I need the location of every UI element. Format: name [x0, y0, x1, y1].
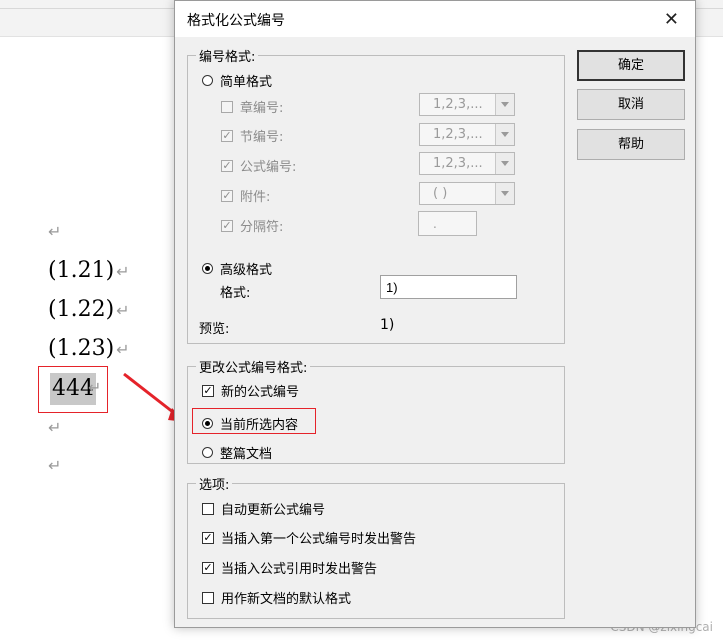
checkmark-icon: ✓: [221, 158, 233, 172]
equation-number-text: (1.21): [48, 258, 115, 283]
radio-selected-icon: [202, 263, 213, 274]
checkmark-icon: ✓: [202, 530, 214, 544]
group-legend: 编号格式:: [199, 50, 256, 65]
radio-label: 高级格式: [220, 263, 273, 278]
checkbox-label: 当插入公式引用时发出警告: [221, 562, 378, 577]
paragraph-mark: ↵: [116, 262, 130, 281]
warn-reference-insert-checkbox[interactable]: ✓ 当插入公式引用时发出警告: [202, 558, 377, 577]
equation-number-text: (1.23): [48, 336, 115, 361]
section-number-checkbox[interactable]: ✓ 节编号:: [221, 126, 283, 145]
select-value: 1,2,3,...: [433, 97, 483, 112]
equation-number-text: (1.22): [48, 297, 115, 322]
checkbox-icon: [202, 591, 214, 604]
auto-update-checkbox[interactable]: 自动更新公式编号: [202, 499, 325, 518]
preview-label: 预览:: [199, 322, 230, 337]
radio-icon: [202, 447, 213, 458]
checkbox-label: 自动更新公式编号: [221, 503, 326, 518]
paragraph-mark: ↵: [48, 418, 62, 437]
checkmark-icon: ✓: [202, 383, 214, 397]
simple-format-radio[interactable]: 简单格式: [202, 71, 272, 90]
checkbox-label: 当插入第一个公式编号时发出警告: [221, 532, 417, 547]
equation-number-3[interactable]: (1.23) ↵: [48, 336, 130, 361]
equation-number-select[interactable]: 1,2,3,...: [419, 152, 515, 175]
chevron-down-icon[interactable]: [495, 183, 514, 204]
format-input[interactable]: [380, 275, 517, 299]
advanced-format-radio[interactable]: 高级格式: [202, 259, 272, 278]
checkbox-label: 分隔符:: [240, 220, 284, 235]
separator-field[interactable]: .: [418, 211, 477, 236]
group-legend: 更改公式编号格式:: [199, 361, 308, 376]
cancel-button[interactable]: 取消: [577, 89, 685, 120]
paragraph-mark: ↵: [48, 222, 62, 241]
dialog-titlebar[interactable]: 格式化公式编号 ✕: [175, 1, 695, 37]
group-legend: 选项:: [199, 478, 230, 493]
equation-number-2[interactable]: (1.22) ↵: [48, 297, 130, 322]
paragraph-mark: ↵: [48, 456, 62, 475]
checkmark-icon: ✓: [221, 218, 233, 232]
new-equation-numbers-checkbox[interactable]: ✓ 新的公式编号: [202, 381, 299, 400]
checkbox-label: 新的公式编号: [221, 385, 300, 400]
chevron-down-icon[interactable]: [495, 94, 514, 115]
annotation-highlight-box: [192, 408, 316, 434]
checkbox-label: 附件:: [240, 190, 271, 205]
whole-document-radio[interactable]: 整篇文档: [202, 443, 272, 462]
ok-button[interactable]: 确定: [577, 50, 685, 81]
paragraph-mark: ↵: [116, 340, 130, 359]
default-for-new-checkbox[interactable]: 用作新文档的默认格式: [202, 588, 351, 607]
checkbox-icon: [202, 502, 214, 515]
help-button[interactable]: 帮助: [577, 129, 685, 160]
attachment-checkbox[interactable]: ✓ 附件:: [221, 186, 270, 205]
warn-first-insert-checkbox[interactable]: ✓ 当插入第一个公式编号时发出警告: [202, 528, 416, 547]
checkbox-label: 用作新文档的默认格式: [221, 592, 352, 607]
equation-number-checkbox[interactable]: ✓ 公式编号:: [221, 156, 296, 175]
checkmark-icon: ✓: [221, 128, 233, 142]
chapter-number-select[interactable]: 1,2,3,...: [419, 93, 515, 116]
radio-label: 简单格式: [220, 75, 273, 90]
format-equation-numbers-dialog: 格式化公式编号 ✕ 编号格式: 简单格式 章编号: 1,2,3,... ✓ 节编…: [174, 0, 696, 628]
format-label: 格式:: [220, 286, 251, 301]
radio-label: 整篇文档: [220, 447, 273, 462]
close-icon[interactable]: ✕: [664, 9, 679, 30]
equation-number-1[interactable]: (1.21) ↵: [48, 258, 130, 283]
chevron-down-icon[interactable]: [495, 124, 514, 145]
checkbox-icon: [221, 100, 233, 113]
paragraph-mark: ↵: [116, 301, 130, 320]
checkmark-icon: ✓: [202, 560, 214, 574]
checkmark-icon: ✓: [221, 188, 233, 202]
paragraph-mark: ↵: [88, 378, 102, 397]
checkbox-label: 公式编号:: [240, 160, 297, 175]
dialog-title: 格式化公式编号: [187, 13, 285, 29]
checkbox-label: 节编号:: [240, 130, 284, 145]
radio-icon: [202, 75, 213, 86]
select-value: ( ): [433, 186, 448, 201]
attachment-select[interactable]: ( ): [419, 182, 515, 205]
section-number-select[interactable]: 1,2,3,...: [419, 123, 515, 146]
chapter-number-checkbox[interactable]: 章编号:: [221, 97, 283, 116]
preview-value: 1): [380, 317, 395, 333]
select-value: 1,2,3,...: [433, 127, 483, 142]
select-value: 1,2,3,...: [433, 156, 483, 171]
separator-checkbox[interactable]: ✓ 分隔符:: [221, 216, 283, 235]
checkbox-label: 章编号:: [240, 101, 284, 116]
chevron-down-icon[interactable]: [495, 153, 514, 174]
